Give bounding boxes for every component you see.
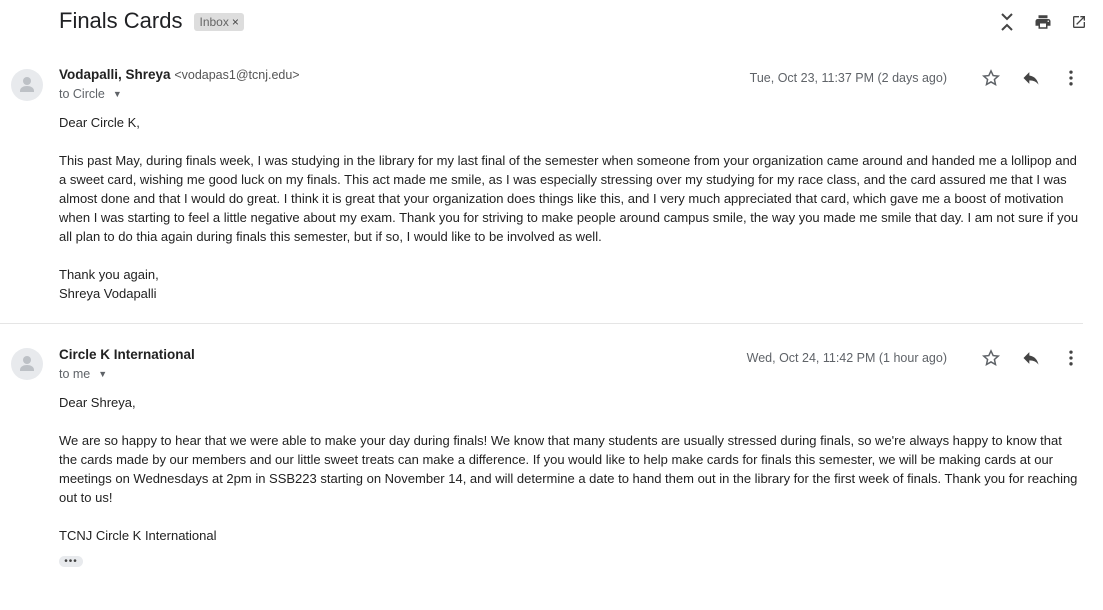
- sender-name[interactable]: Circle K International: [59, 347, 195, 362]
- closing-line: Thank you again,: [59, 267, 159, 282]
- message-meta: Tue, Oct 23, 11:37 PM (2 days ago): [750, 66, 1083, 90]
- chevron-down-icon: ▼: [98, 369, 108, 379]
- thread-actions: [997, 12, 1089, 32]
- signature: TCNJ Circle K International: [59, 528, 217, 543]
- recipient-text: to Circle: [59, 87, 105, 101]
- inbox-label-text: Inbox: [199, 15, 229, 29]
- open-in-new-window-icon[interactable]: [1069, 12, 1089, 32]
- sender: Circle K International: [59, 347, 195, 362]
- email-message-1: Vodapalli, Shreya <vodapas1@tcnj.edu> to…: [0, 60, 1083, 324]
- message-date: Tue, Oct 23, 11:37 PM (2 days ago): [749, 71, 947, 85]
- show-trimmed-content-button[interactable]: •••: [59, 556, 83, 567]
- message-paragraph: This past May, during finals week, I was…: [59, 153, 1079, 244]
- subject-row: Finals Cards Inbox ×: [59, 8, 244, 34]
- reply-icon[interactable]: [1019, 66, 1043, 90]
- message-body: Dear Circle K, This past May, during fin…: [59, 113, 1079, 303]
- email-subject: Finals Cards: [59, 8, 183, 33]
- message-date: Wed, Oct 24, 11:42 PM (1 hour ago): [746, 351, 947, 365]
- sender: Vodapalli, Shreya <vodapas1@tcnj.edu>: [59, 67, 300, 82]
- person-avatar-icon: [11, 348, 43, 380]
- collapse-all-icon[interactable]: [997, 12, 1017, 32]
- remove-label-icon[interactable]: ×: [232, 15, 239, 29]
- recipient-details-toggle[interactable]: to me ▼: [59, 367, 107, 381]
- recipient-text: to me: [59, 367, 91, 381]
- more-vert-icon[interactable]: [1059, 346, 1083, 370]
- recipient-details-toggle[interactable]: to Circle ▼: [59, 87, 122, 101]
- reply-icon[interactable]: [1019, 346, 1043, 370]
- message-body: Dear Shreya, We are so happy to hear tha…: [59, 393, 1079, 545]
- greeting: Dear Shreya,: [59, 395, 136, 410]
- signature: Shreya Vodapalli: [59, 286, 157, 301]
- print-icon[interactable]: [1033, 12, 1053, 32]
- message-meta: Wed, Oct 24, 11:42 PM (1 hour ago): [747, 346, 1083, 370]
- greeting: Dear Circle K,: [59, 115, 140, 130]
- person-avatar-icon: [11, 69, 43, 101]
- message-paragraph: We are so happy to hear that we were abl…: [59, 433, 1078, 505]
- inbox-label-chip[interactable]: Inbox ×: [194, 13, 244, 31]
- chevron-down-icon: ▼: [112, 89, 122, 99]
- sender-email: <vodapas1@tcnj.edu>: [174, 68, 300, 82]
- sender-name[interactable]: Vodapalli, Shreya: [59, 67, 171, 82]
- email-message-2: Circle K International to me ▼ Wed, Oct …: [0, 340, 1083, 580]
- more-vert-icon[interactable]: [1059, 66, 1083, 90]
- star-icon[interactable]: [979, 66, 1003, 90]
- star-icon[interactable]: [979, 346, 1003, 370]
